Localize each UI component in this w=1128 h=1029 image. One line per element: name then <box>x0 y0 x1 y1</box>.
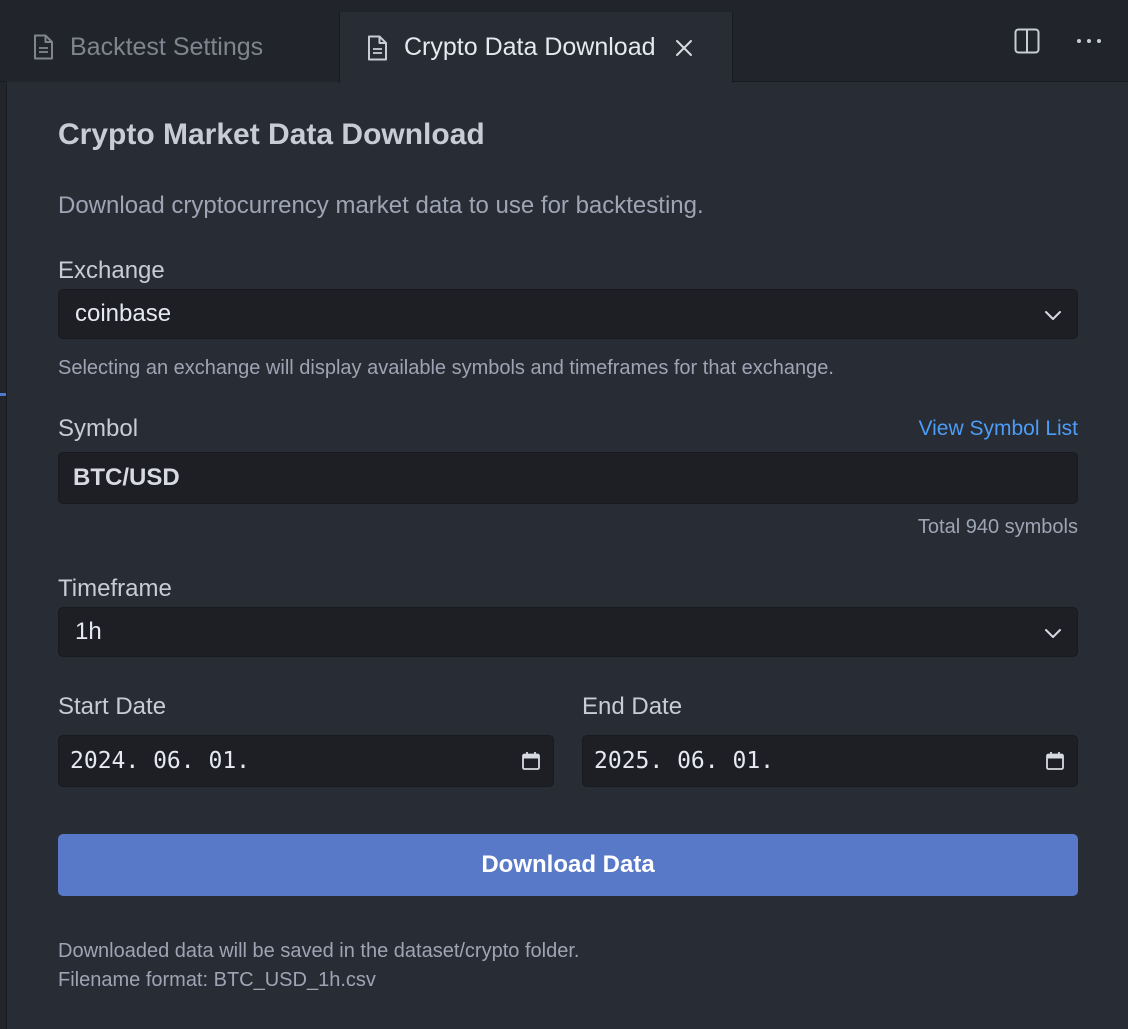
view-symbol-list-link[interactable]: View Symbol List <box>918 417 1078 441</box>
start-date-value: 2024. 06. 01. <box>70 748 251 774</box>
end-date-label: End Date <box>582 693 683 720</box>
tab-bar: Backtest Settings Crypto Data Download <box>0 0 1128 83</box>
timeframe-label: Timeframe <box>58 575 172 602</box>
activity-edge <box>0 0 7 1029</box>
start-date-input[interactable]: 2024. 06. 01. <box>58 735 554 787</box>
chevron-down-icon <box>1045 629 1061 638</box>
symbol-input[interactable] <box>58 452 1078 504</box>
symbol-count: Total 940 symbols <box>917 516 1078 538</box>
split-editor-icon[interactable] <box>1014 28 1040 54</box>
exchange-label: Exchange <box>58 257 165 284</box>
tab-label: Crypto Data Download <box>404 33 656 61</box>
page-description: Download cryptocurrency market data to u… <box>58 192 704 219</box>
tab-actions <box>1014 28 1102 54</box>
exchange-select[interactable]: coinbase <box>58 289 1078 339</box>
download-data-button[interactable]: Download Data <box>58 834 1078 896</box>
exchange-value: coinbase <box>75 300 172 327</box>
timeframe-value: 1h <box>75 618 102 645</box>
save-location-note: Downloaded data will be saved in the dat… <box>58 940 580 962</box>
symbol-label: Symbol <box>58 415 139 442</box>
timeframe-select[interactable]: 1h <box>58 607 1078 657</box>
filename-format-note: Filename format: BTC_USD_1h.csv <box>58 969 376 991</box>
more-actions-icon[interactable] <box>1076 37 1102 45</box>
chevron-down-icon <box>1045 311 1061 320</box>
focus-marker <box>0 393 6 396</box>
page-title: Crypto Market Data Download <box>58 118 485 151</box>
end-date-value: 2025. 06. 01. <box>594 748 775 774</box>
start-date-label: Start Date <box>58 693 167 720</box>
tab-label: Backtest Settings <box>70 32 264 61</box>
close-icon[interactable] <box>674 38 694 58</box>
calendar-icon[interactable] <box>1045 751 1065 771</box>
file-icon <box>34 34 53 60</box>
tab-backtest-settings[interactable]: Backtest Settings <box>6 12 338 82</box>
file-icon <box>368 35 387 60</box>
editor-window: Backtest Settings Crypto Data Download C… <box>0 0 1128 1029</box>
end-date-input[interactable]: 2025. 06. 01. <box>582 735 1078 787</box>
tab-crypto-data-download[interactable]: Crypto Data Download <box>339 12 733 83</box>
exchange-hint: Selecting an exchange will display avail… <box>58 357 834 379</box>
calendar-icon[interactable] <box>521 751 541 771</box>
